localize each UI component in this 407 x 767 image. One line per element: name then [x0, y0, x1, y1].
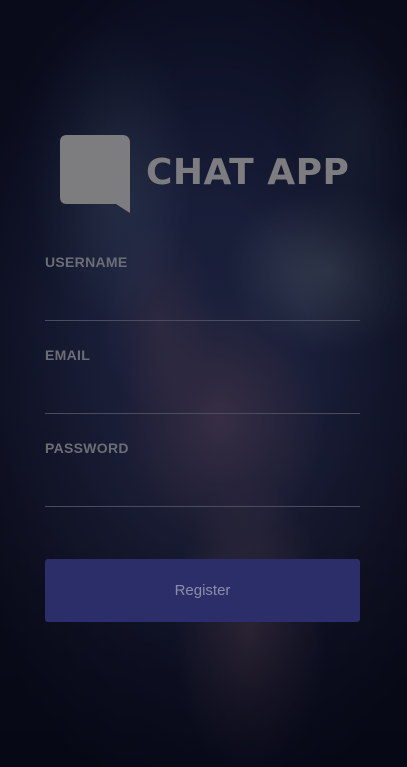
password-input[interactable] — [45, 470, 360, 507]
username-field: USERNAME — [45, 254, 360, 321]
app-logo: CHAT APP — [60, 135, 349, 215]
password-label: PASSWORD — [45, 440, 129, 456]
password-field: PASSWORD — [45, 440, 360, 507]
username-label: USERNAME — [45, 254, 128, 270]
email-input[interactable] — [45, 377, 360, 414]
email-field: EMAIL — [45, 347, 360, 414]
email-label: EMAIL — [45, 347, 91, 363]
register-screen: CHAT APP USERNAME EMAIL PASSWORD Registe… — [0, 0, 407, 767]
username-input[interactable] — [45, 284, 360, 321]
chat-bubble-icon — [60, 135, 130, 213]
register-button[interactable]: Register — [45, 559, 360, 622]
app-title: CHAT APP — [146, 151, 350, 193]
